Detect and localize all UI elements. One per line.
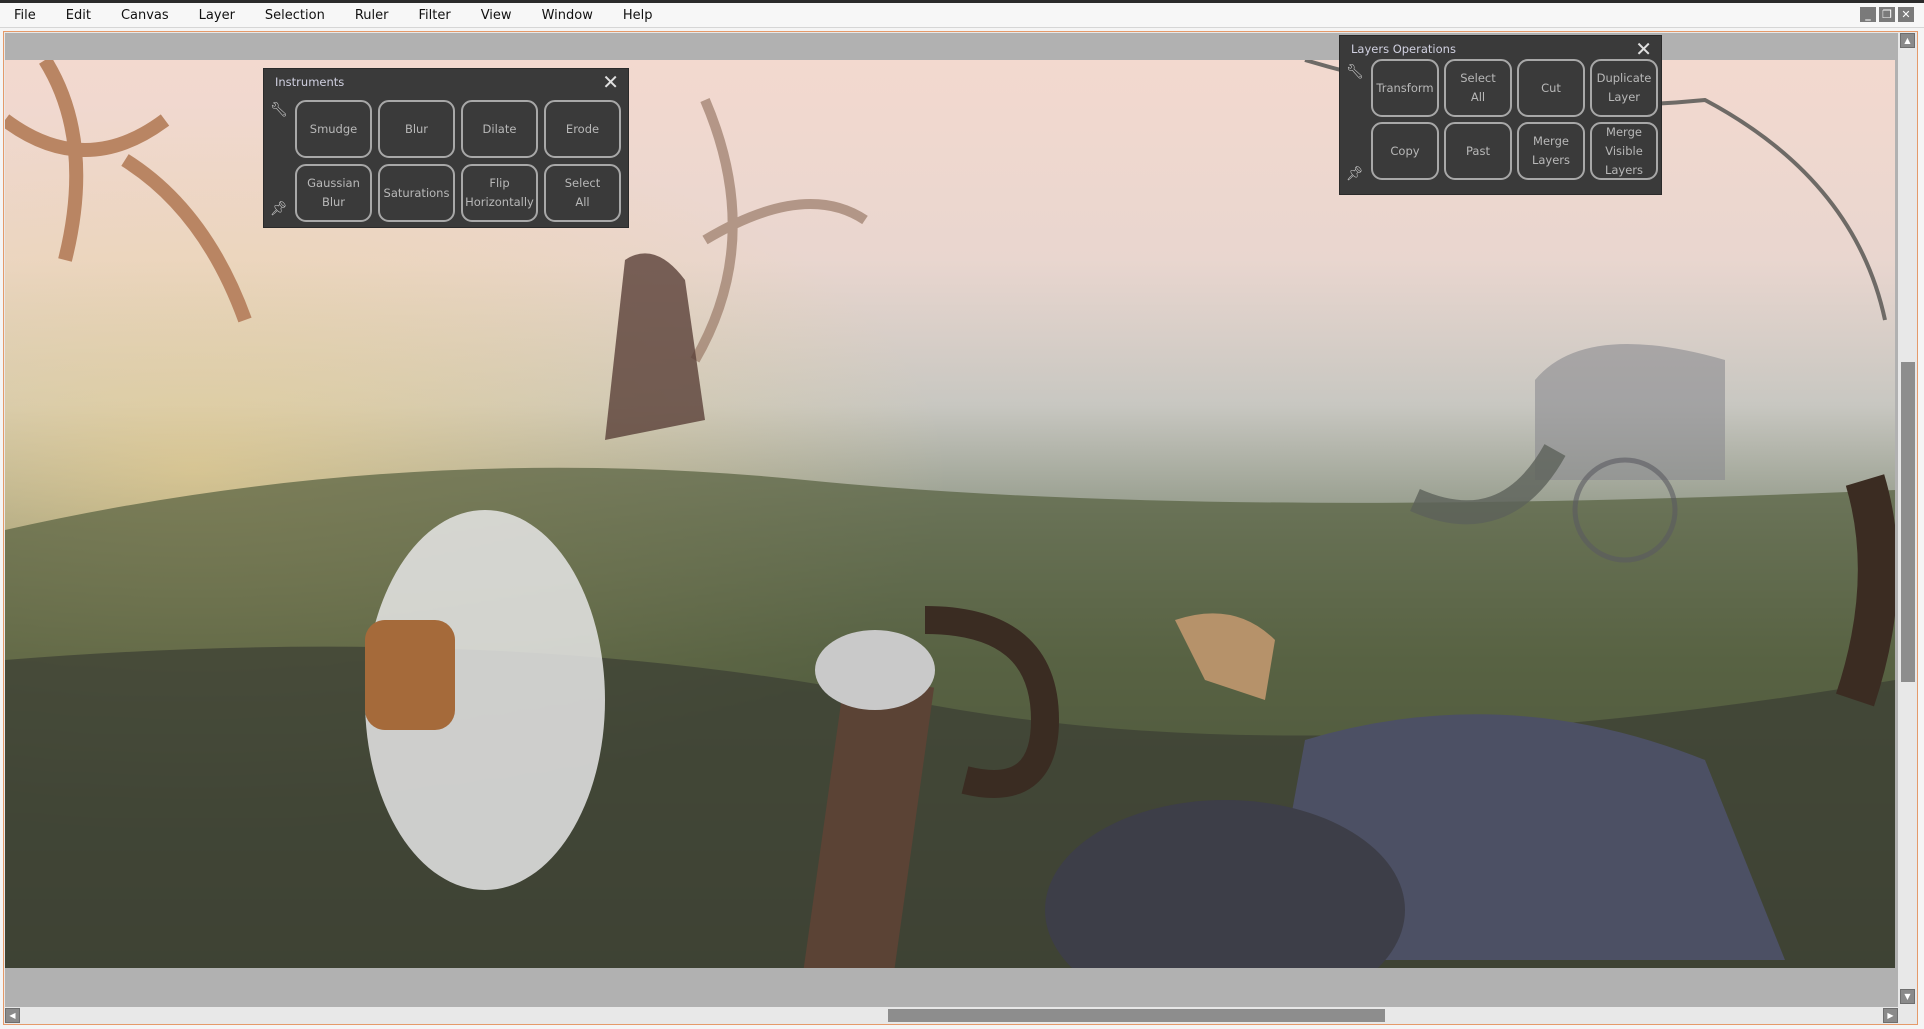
scroll-right-button[interactable]: ▶ bbox=[1883, 1008, 1898, 1023]
instruments-flip-horizontally-button[interactable]: Flip Horizontally bbox=[461, 164, 538, 222]
instruments-erode-button[interactable]: Erode bbox=[544, 100, 621, 158]
instruments-saturations-button[interactable]: Saturations bbox=[378, 164, 455, 222]
vertical-scrollbar[interactable]: ▲ ▼ bbox=[1900, 33, 1916, 1007]
instruments-title: Instruments bbox=[275, 75, 345, 89]
menu-filter[interactable]: Filter bbox=[419, 8, 451, 23]
scroll-up-button[interactable]: ▲ bbox=[1900, 33, 1915, 48]
instruments-smudge-button[interactable]: Smudge bbox=[295, 100, 372, 158]
menu-view[interactable]: View bbox=[481, 8, 512, 23]
menu-bar: File Edit Canvas Layer Selection Ruler Filter V… bbox=[0, 3, 1924, 28]
pin-icon[interactable]: 📌︎ bbox=[270, 201, 288, 217]
pin-icon[interactable]: 📌︎ bbox=[1346, 166, 1364, 182]
menu-edit[interactable]: Edit bbox=[66, 8, 91, 23]
layers-operations-panel: Layers Operations ✕ 🔧︎ 📌︎ Transform Selec… bbox=[1339, 35, 1662, 195]
scroll-down-button[interactable]: ▼ bbox=[1900, 989, 1915, 1004]
close-button[interactable]: ✕ bbox=[1898, 7, 1914, 22]
layers-transform-button[interactable]: Transform bbox=[1371, 59, 1439, 117]
close-icon[interactable]: ✕ bbox=[602, 72, 619, 92]
scroll-left-button[interactable]: ◀ bbox=[5, 1008, 20, 1023]
layers-cut-button[interactable]: Cut bbox=[1517, 59, 1585, 117]
restore-button[interactable]: ❐ bbox=[1879, 7, 1895, 22]
wrench-icon[interactable]: 🔧︎ bbox=[1346, 64, 1364, 80]
instruments-blur-button[interactable]: Blur bbox=[378, 100, 455, 158]
instruments-select-all-button[interactable]: Select All bbox=[544, 164, 621, 222]
menu-window[interactable]: Window bbox=[542, 8, 593, 23]
vertical-scroll-thumb[interactable] bbox=[1901, 362, 1915, 682]
layers-duplicate-layer-button[interactable]: Duplicate Layer bbox=[1590, 59, 1658, 117]
instruments-panel: Instruments ✕ 🔧︎ 📌︎ Smudge Blur Dilate Erod… bbox=[263, 68, 629, 228]
menu-ruler[interactable]: Ruler bbox=[355, 8, 389, 23]
menu-file[interactable]: File bbox=[14, 8, 36, 23]
layers-merge-layers-button[interactable]: Merge Layers bbox=[1517, 122, 1585, 180]
instruments-gaussian-blur-button[interactable]: Gaussian Blur bbox=[295, 164, 372, 222]
layers-select-all-button[interactable]: Select All bbox=[1444, 59, 1512, 117]
layers-merge-visible-layers-button[interactable]: Merge Visible Layers bbox=[1590, 122, 1658, 180]
horizontal-scroll-thumb[interactable] bbox=[888, 1009, 1385, 1022]
close-icon[interactable]: ✕ bbox=[1635, 39, 1652, 59]
menu-layer[interactable]: Layer bbox=[199, 8, 235, 23]
layers-copy-button[interactable]: Copy bbox=[1371, 122, 1439, 180]
window-controls: _ ❐ ✕ bbox=[1860, 7, 1914, 22]
menu-help[interactable]: Help bbox=[623, 8, 653, 23]
menu-selection[interactable]: Selection bbox=[265, 8, 325, 23]
minimize-button[interactable]: _ bbox=[1860, 7, 1876, 22]
wrench-icon[interactable]: 🔧︎ bbox=[270, 102, 288, 118]
layers-past-button[interactable]: Past bbox=[1444, 122, 1512, 180]
horizontal-scrollbar[interactable]: ◀ ▶ bbox=[5, 1008, 1898, 1023]
menu-canvas[interactable]: Canvas bbox=[121, 8, 169, 23]
layers-operations-title: Layers Operations bbox=[1351, 42, 1456, 56]
instruments-dilate-button[interactable]: Dilate bbox=[461, 100, 538, 158]
